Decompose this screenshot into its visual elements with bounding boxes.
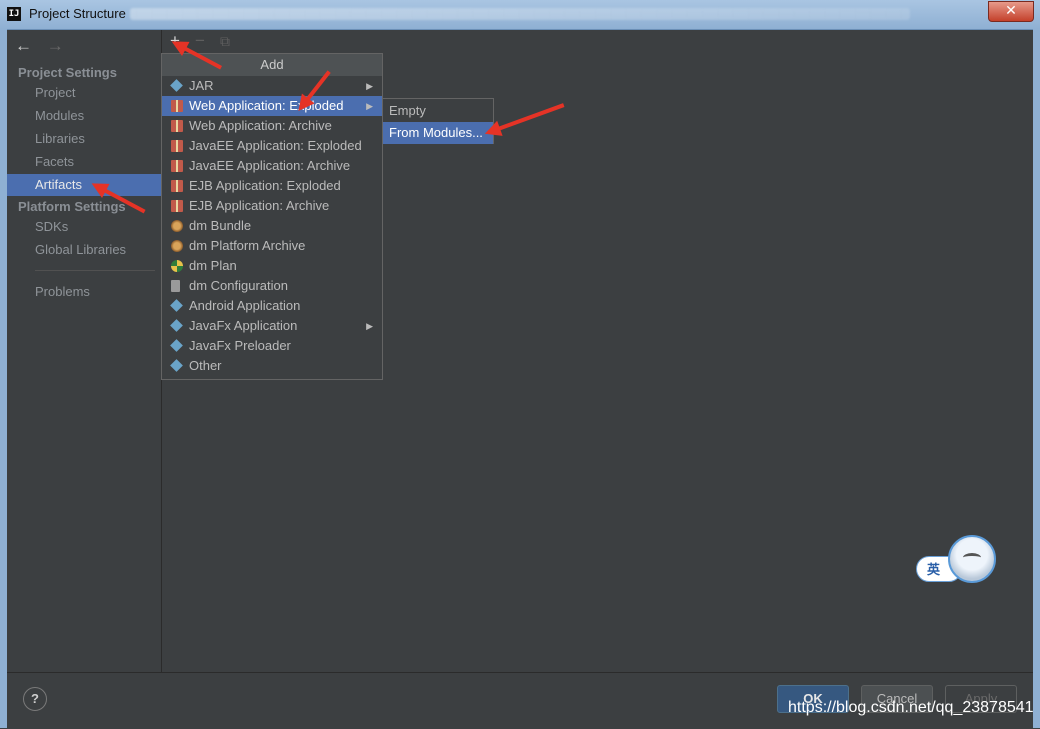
diamond-icon [170,339,183,352]
sidebar-item-global-libraries[interactable]: Global Libraries [7,239,161,261]
remove-artifact-button[interactable]: − [195,31,205,51]
add-menu-item-label: Other [189,358,222,373]
sidebar-item-libraries[interactable]: Libraries [7,128,161,150]
diamond-icon [170,79,183,92]
window-title-bar[interactable]: IJ Project Structure ✕ [0,0,1040,30]
submenu-item-empty[interactable]: Empty [383,100,493,122]
project-settings-header: Project Settings [18,65,117,80]
submenu-item-from-modules[interactable]: From Modules... [383,122,493,144]
gift-icon [171,180,183,192]
sidebar-item-modules[interactable]: Modules [7,105,161,127]
add-menu-item[interactable]: Android Application [162,296,382,316]
add-menu-item[interactable]: EJB Application: Archive [162,196,382,216]
add-menu-item-label: dm Platform Archive [189,238,306,253]
close-window-button[interactable]: ✕ [988,1,1034,22]
gift-icon [171,100,183,112]
ime-avatar-icon[interactable] [948,535,996,583]
platform-settings-header: Platform Settings [18,199,126,214]
diamond-icon [170,359,183,372]
submenu-arrow-icon: ▶ [366,101,373,111]
add-menu-item-label: JavaFx Preloader [189,338,291,353]
add-menu-item-label: Android Application [189,298,301,313]
gift-icon [171,140,183,152]
window-frame-left [0,29,7,728]
add-menu-item-label: JAR [189,78,214,93]
add-menu-item-label: EJB Application: Archive [189,198,330,213]
forward-arrow-icon[interactable]: → [47,36,64,55]
add-menu-item-label: JavaEE Application: Archive [189,158,351,173]
sidebar-item-sdks[interactable]: SDKs [7,216,161,238]
copy-artifact-button[interactable]: ⧉ [220,33,230,50]
add-menu-item[interactable]: JavaFx Preloader [162,336,382,356]
sidebar-item-problems[interactable]: Problems [7,281,161,303]
web-app-exploded-submenu: Empty From Modules... [382,98,494,144]
config-icon [171,280,180,292]
submenu-arrow-icon: ▶ [366,321,373,331]
add-menu-item-label: dm Plan [189,258,237,273]
sidebar-item-project[interactable]: Project [7,82,161,104]
bundle-icon [171,240,183,252]
add-menu-item[interactable]: Web Application: Exploded ▶ [162,96,382,116]
add-menu-item[interactable]: dm Bundle [162,216,382,236]
gift-icon [171,160,183,172]
plan-icon [171,260,183,272]
add-menu-item[interactable]: JavaEE Application: Archive [162,156,382,176]
add-menu-item-label: dm Configuration [189,278,288,293]
submenu-arrow-icon: ▶ [366,81,373,91]
help-button[interactable]: ? [23,687,47,711]
add-menu-item[interactable]: Other [162,356,382,376]
add-menu-item[interactable]: dm Platform Archive [162,236,382,256]
add-menu-item-label: JavaEE Application: Exploded [189,138,362,153]
add-menu-title: Add [162,54,382,76]
add-menu-item-label: JavaFx Application [189,318,298,333]
blurred-path-text [130,8,910,20]
sidebar-divider [35,270,155,271]
gift-icon [171,120,183,132]
nav-arrows: ← → [15,36,74,56]
add-menu-item[interactable]: dm Configuration [162,276,382,296]
add-menu-item[interactable]: JAR ▶ [162,76,382,96]
intellij-app-icon: IJ [7,7,21,21]
diamond-icon [170,299,183,312]
bundle-icon [171,220,183,232]
add-menu-item[interactable]: JavaFx Application ▶ [162,316,382,336]
sidebar-item-facets[interactable]: Facets [7,151,161,173]
url-watermark: https://blog.csdn.net/qq_23878541 [788,699,1034,716]
diamond-icon [170,319,183,332]
settings-sidebar: ← → Project Settings Project Modules Lib… [7,30,161,672]
add-menu-items: JAR ▶ Web Application: Exploded ▶ Web Applic… [162,76,382,376]
add-menu-item[interactable]: JavaEE Application: Exploded [162,136,382,156]
back-arrow-icon[interactable]: ← [15,36,32,55]
add-artifact-menu: Add JAR ▶ Web Application: Exploded ▶ Web Ap… [161,53,383,380]
add-menu-item[interactable]: dm Plan [162,256,382,276]
add-menu-item[interactable]: EJB Application: Exploded [162,176,382,196]
add-menu-item-label: EJB Application: Exploded [189,178,341,193]
window-frame-right [1033,29,1040,728]
add-menu-item-label: Web Application: Archive [189,118,332,133]
add-menu-item[interactable]: Web Application: Archive [162,116,382,136]
add-menu-item-label: dm Bundle [189,218,252,233]
sidebar-item-artifacts[interactable]: Artifacts [7,174,161,196]
window-title: Project Structure [29,6,126,21]
gift-icon [171,200,183,212]
add-menu-item-label: Web Application: Exploded [189,98,344,113]
